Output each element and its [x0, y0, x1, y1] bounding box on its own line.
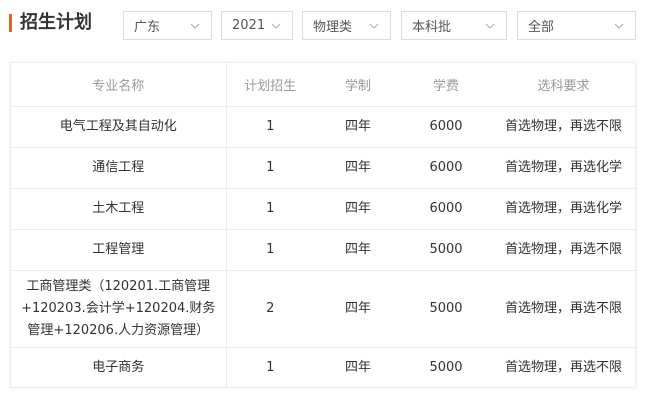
chevron-down-icon	[484, 20, 496, 32]
year-select[interactable]: 2021	[221, 11, 293, 40]
scope-select-value: 全部	[528, 20, 555, 35]
cell-years: 四年	[314, 229, 402, 271]
cell-major: 工商管理类（120201.工商管理+120203.会计学+120204.财务管理…	[11, 270, 227, 348]
cell-major: 土木工程	[11, 188, 227, 230]
scope-select[interactable]: 全部	[517, 11, 636, 40]
cell-requirement: 首选物理，再选不限	[490, 106, 637, 148]
enrollment-table-card: 专业名称 计划招生 学制 学费 选科要求 电气工程及其自动化 1 四年 6000…	[10, 62, 637, 388]
table-row: 工程管理 1 四年 5000 首选物理，再选不限	[11, 229, 637, 271]
cell-fee: 6000	[402, 106, 490, 148]
province-select[interactable]: 广东	[123, 11, 212, 40]
table-row: 电子商务 1 四年 5000 首选物理，再选不限	[11, 347, 637, 388]
cell-requirement: 首选物理，再选不限	[490, 270, 637, 348]
subject-type-select-value: 物理类	[313, 20, 353, 35]
enrollment-plan-widget: 招生计划 广东 2021 物理类 本科批 全部 专业名称 计划招生 学制 学费 …	[0, 0, 648, 403]
page-title: 招生计划	[20, 12, 92, 33]
subject-type-select[interactable]: 物理类	[302, 11, 391, 40]
cell-fee: 5000	[429, 359, 463, 375]
cell-years: 四年	[314, 270, 402, 348]
table-header-row: 专业名称 计划招生 学制 学费 选科要求	[11, 63, 637, 107]
chevron-down-icon	[189, 20, 201, 32]
cell-plan: 1	[226, 106, 314, 148]
cell-requirement: 首选物理，再选不限	[504, 359, 622, 375]
cell-requirement: 首选物理，再选化学	[490, 188, 637, 230]
enrollment-table: 专业名称 计划招生 学制 学费 选科要求 电气工程及其自动化 1 四年 6000…	[11, 63, 637, 388]
batch-select[interactable]: 本科批	[401, 11, 507, 40]
title-accent-bar	[9, 14, 12, 32]
table-row: 工商管理类（120201.工商管理+120203.会计学+120204.财务管理…	[11, 270, 637, 348]
cell-years: 四年	[314, 147, 402, 189]
cell-years: 四年	[314, 188, 402, 230]
chevron-down-icon	[270, 20, 282, 32]
cell-fee: 5000	[402, 229, 490, 271]
cell-years: 四年	[314, 106, 402, 148]
cell-fee: 6000	[402, 188, 490, 230]
cell-requirement: 首选物理，再选不限	[490, 229, 637, 271]
table-row: 通信工程 1 四年 6000 首选物理，再选化学	[11, 147, 637, 189]
cell-major: 工程管理	[11, 229, 227, 271]
cell-plan: 2	[226, 270, 314, 348]
table-row: 电气工程及其自动化 1 四年 6000 首选物理，再选不限	[11, 106, 637, 148]
column-header-requirement: 选科要求	[490, 63, 637, 107]
province-select-value: 广东	[134, 20, 161, 35]
batch-select-value: 本科批	[412, 20, 452, 35]
column-header-fee: 学费	[402, 63, 490, 107]
table-row: 土木工程 1 四年 6000 首选物理，再选化学	[11, 188, 637, 230]
cell-fee: 6000	[402, 147, 490, 189]
column-header-major: 专业名称	[11, 63, 227, 107]
column-header-years: 学制	[314, 63, 402, 107]
cell-major: 通信工程	[11, 147, 227, 189]
cell-major: 电气工程及其自动化	[11, 106, 227, 148]
cell-fee: 5000	[402, 270, 490, 348]
cell-plan: 1	[266, 359, 275, 375]
cell-plan: 1	[226, 188, 314, 230]
cell-plan: 1	[226, 147, 314, 189]
cell-years: 四年	[344, 359, 371, 375]
chevron-down-icon	[368, 20, 380, 32]
chevron-down-icon	[613, 20, 625, 32]
column-header-plan: 计划招生	[226, 63, 314, 107]
cell-plan: 1	[226, 229, 314, 271]
cell-requirement: 首选物理，再选化学	[490, 147, 637, 189]
cell-major: 电子商务	[11, 347, 227, 388]
year-select-value: 2021	[232, 18, 266, 33]
header-bar: 招生计划 广东 2021 物理类 本科批 全部	[0, 0, 648, 52]
